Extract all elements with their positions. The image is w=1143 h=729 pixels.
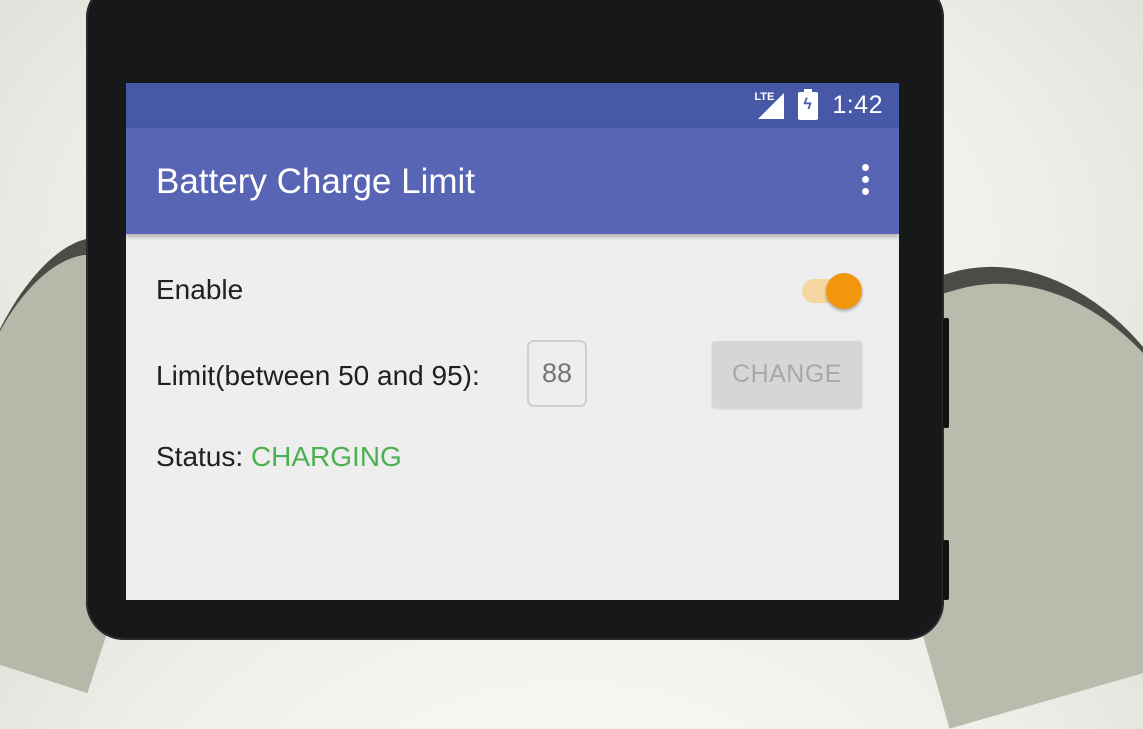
change-button[interactable]: CHANGE	[712, 341, 862, 408]
status-row: Status: CHARGING	[156, 441, 402, 473]
lte-signal-icon: LTE	[754, 91, 785, 119]
enable-label: Enable	[156, 274, 244, 305]
status-bar: LTE ϟ 1:42	[126, 83, 899, 128]
limit-label: Limit(between 50 and 95):	[156, 360, 480, 391]
app-title: Battery Charge Limit	[156, 162, 476, 201]
battery-charging-icon: ϟ	[798, 88, 819, 120]
status-clock: 1:42	[832, 91, 883, 119]
status-value: CHARGING	[250, 441, 402, 472]
more-vert-icon[interactable]	[859, 164, 871, 198]
limit-input[interactable]	[527, 340, 587, 407]
status-label: Status:	[156, 441, 251, 472]
toggle-thumb	[826, 273, 862, 309]
phone-screen: LTE ϟ 1:42 Battery Charge Limit Enable L…	[126, 83, 899, 600]
phone-volume-button	[943, 540, 949, 600]
app-bar: Battery Charge Limit	[126, 128, 899, 234]
enable-toggle[interactable]	[802, 271, 862, 311]
phone-power-button	[943, 318, 949, 428]
